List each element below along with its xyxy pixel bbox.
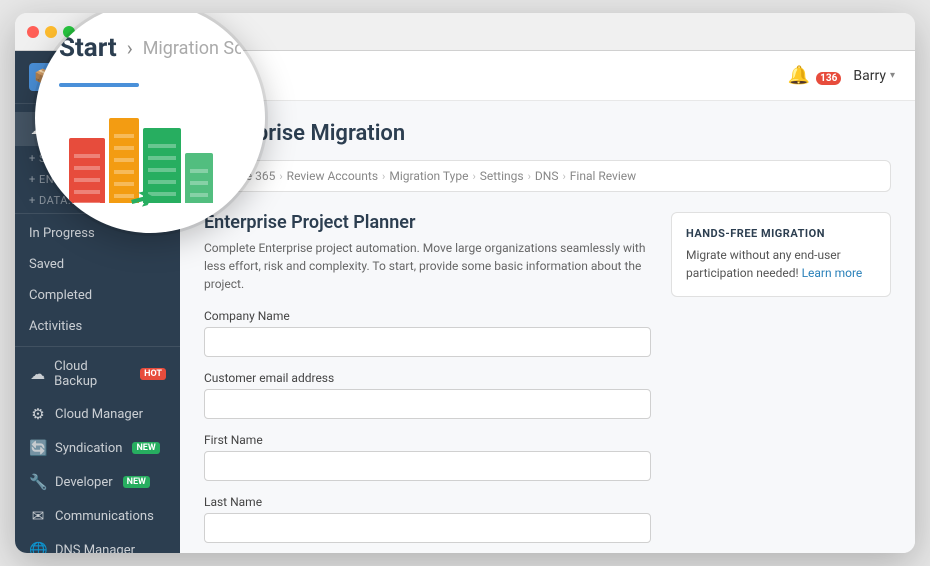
sidebar-item-dns-manager[interactable]: 🌐 DNS Manager [15, 533, 180, 553]
firstname-label: First Name [204, 433, 651, 447]
step-arrow-5: › [562, 170, 565, 183]
info-card-link[interactable]: Learn more [802, 266, 863, 280]
sidebar-item-cloud-backup-label: Cloud Backup [54, 359, 130, 389]
magnifier-migration-label: Migration Sou [143, 38, 241, 59]
main-area: 🔔 136 Barry ▾ Enterprise Migration Offic… [180, 51, 915, 553]
sidebar-item-completed[interactable]: Completed [15, 280, 180, 311]
step-arrow-2: › [382, 170, 385, 183]
close-dot[interactable] [27, 26, 39, 38]
magnifier-progress-bar [59, 83, 139, 87]
sidebar-item-cloud-backup[interactable]: ☁ Cloud Backup HOT [15, 351, 180, 397]
magnifier-overlay: Start › Migration Sou ➔ [35, 13, 265, 233]
dns-manager-icon: 🌐 [29, 541, 47, 553]
form-header: Enterprise Project Planner Complete Ente… [204, 212, 651, 293]
form-title: Enterprise Project Planner [204, 212, 651, 233]
form-group-firstname: First Name [204, 433, 651, 481]
magnifier-start-label: Start [59, 33, 117, 63]
info-card-text: Migrate without any end-user participati… [686, 246, 876, 282]
bell-icon: 🔔 [788, 65, 810, 86]
communications-icon: ✉ [29, 507, 47, 525]
lastname-input[interactable] [204, 513, 651, 543]
form-group-email: Customer email address [204, 371, 651, 419]
content-area: Enterprise Migration Office 365 › Review… [180, 101, 915, 553]
email-input[interactable] [204, 389, 651, 419]
sidebar-item-communications[interactable]: ✉ Communications [15, 499, 180, 533]
sidebar-item-developer[interactable]: 🔧 Developer NEW [15, 465, 180, 499]
step-review-accounts[interactable]: Review Accounts [287, 169, 378, 183]
lastname-label: Last Name [204, 495, 651, 509]
sidebar-item-cloud-manager-label: Cloud Manager [55, 407, 143, 422]
developer-new-badge: NEW [123, 476, 150, 488]
sidebar-item-dns-manager-label: DNS Manager [55, 543, 135, 554]
company-name-input[interactable] [204, 327, 651, 357]
step-dns-label: DNS [535, 169, 559, 183]
step-arrow-1: › [279, 170, 282, 183]
magnifier-breadcrumb: Start › Migration Sou [59, 33, 241, 63]
form-right: HANDS-FREE MIGRATION Migrate without any… [671, 212, 891, 553]
user-menu[interactable]: Barry ▾ [853, 68, 895, 84]
syndication-icon: 🔄 [29, 439, 47, 457]
hot-badge: HOT [140, 368, 166, 380]
steps-bar: Office 365 › Review Accounts › Migration… [204, 160, 891, 192]
form-container: Enterprise Project Planner Complete Ente… [204, 212, 891, 553]
sidebar-item-inprogress-label: In Progress [29, 226, 95, 241]
step-arrow-4: › [528, 170, 531, 183]
step-migration-type-label: Migration Type [389, 169, 468, 183]
top-header: 🔔 136 Barry ▾ [180, 51, 915, 101]
sidebar-item-developer-label: Developer [55, 475, 113, 490]
page-title: Enterprise Migration [204, 121, 891, 146]
sidebar-divider-2 [15, 346, 180, 347]
sidebar-item-syndication-label: Syndication [55, 441, 122, 456]
notification-bell[interactable]: 🔔 136 [788, 65, 842, 86]
cloud-backup-icon: ☁ [29, 365, 46, 383]
step-review-accounts-label: Review Accounts [287, 169, 378, 183]
sidebar-item-cloud-manager[interactable]: ⚙ Cloud Manager [15, 397, 180, 431]
header-right: 🔔 136 Barry ▾ [788, 65, 895, 86]
firstname-input[interactable] [204, 451, 651, 481]
step-migration-type[interactable]: Migration Type [389, 169, 468, 183]
sidebar-item-saved-label: Saved [29, 257, 64, 272]
step-settings-label: Settings [480, 169, 524, 183]
form-left: Enterprise Project Planner Complete Ente… [204, 212, 651, 553]
form-description: Complete Enterprise project automation. … [204, 239, 651, 293]
magnifier-arrow-icon: › [127, 36, 133, 60]
info-card-title: HANDS-FREE MIGRATION [686, 227, 876, 240]
minimize-dot[interactable] [45, 26, 57, 38]
step-settings[interactable]: Settings [480, 169, 524, 183]
email-label: Customer email address [204, 371, 651, 385]
step-arrow-3: › [472, 170, 475, 183]
sidebar-item-syndication[interactable]: 🔄 Syndication NEW [15, 431, 180, 465]
sidebar-item-completed-label: Completed [29, 288, 92, 303]
form-group-lastname: Last Name [204, 495, 651, 543]
syndication-new-badge: NEW [132, 442, 159, 454]
building-1 [69, 138, 105, 203]
magnifier-content: Start › Migration Sou ➔ [35, 13, 265, 233]
building-4 [185, 153, 213, 203]
chevron-down-icon: ▾ [890, 70, 895, 81]
notification-count: 136 [816, 72, 841, 85]
developer-icon: 🔧 [29, 473, 47, 491]
cloud-manager-icon: ⚙ [29, 405, 47, 423]
user-name: Barry [853, 68, 886, 84]
sidebar-item-activities[interactable]: Activities [15, 311, 180, 342]
step-final-review[interactable]: Final Review [570, 169, 636, 183]
company-name-label: Company Name [204, 309, 651, 323]
form-group-company: Company Name [204, 309, 651, 357]
sidebar-item-communications-label: Communications [55, 509, 154, 524]
sidebar-item-saved[interactable]: Saved [15, 249, 180, 280]
sidebar-item-activities-label: Activities [29, 319, 82, 334]
info-card: HANDS-FREE MIGRATION Migrate without any… [671, 212, 891, 297]
step-dns[interactable]: DNS [535, 169, 559, 183]
step-final-review-label: Final Review [570, 169, 636, 183]
